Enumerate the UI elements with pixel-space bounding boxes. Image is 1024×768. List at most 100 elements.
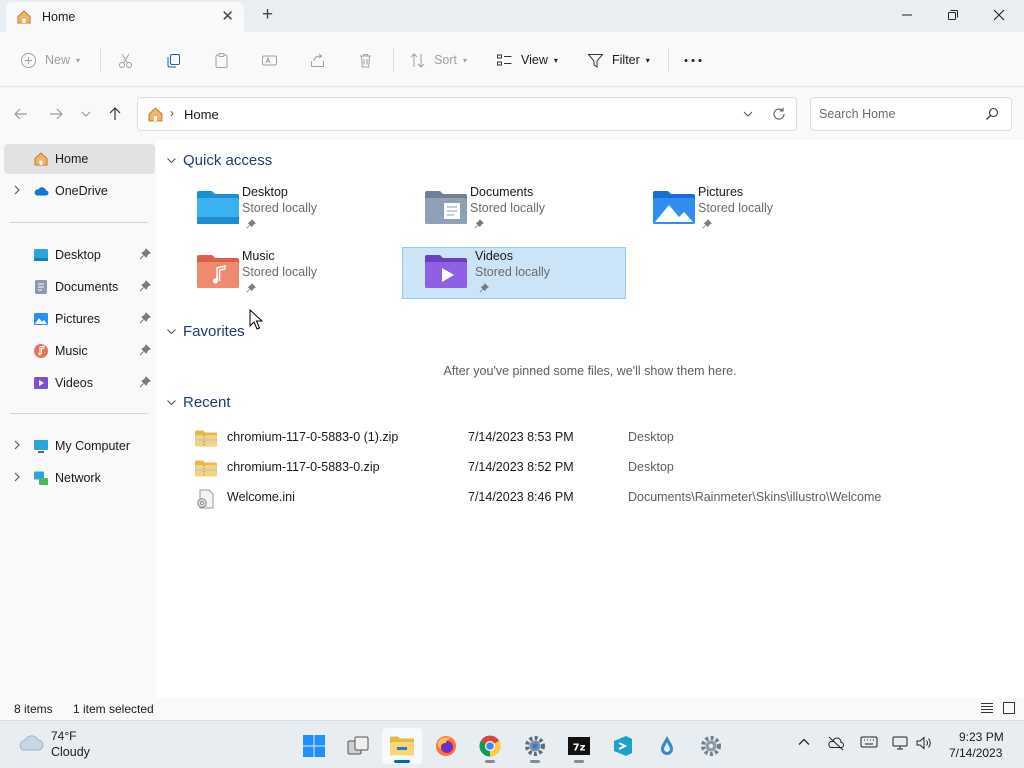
tab-home[interactable]: Home ✕ (6, 2, 244, 32)
pin-icon[interactable] (139, 376, 151, 388)
home-icon (34, 152, 48, 166)
chevron-right-icon[interactable]: › (170, 106, 174, 120)
recent-header[interactable]: Recent (166, 394, 231, 411)
search-input[interactable]: Search Home (819, 107, 895, 121)
quick-access-desktop[interactable]: Desktop Stored locally (196, 183, 420, 235)
onedrive-offline-icon[interactable] (827, 735, 845, 751)
control-panel-app[interactable] (691, 728, 731, 764)
sort-icon (410, 52, 425, 68)
quick-access-header[interactable]: Quick access (166, 152, 272, 169)
tiles-view-icon[interactable] (1002, 701, 1016, 715)
tab-title: Home (42, 10, 76, 24)
chevron-up-icon[interactable] (797, 735, 811, 749)
forward-button[interactable] (46, 104, 66, 124)
videos-folder-icon (34, 377, 48, 389)
view-button[interactable]: View ▾ (496, 49, 558, 71)
filter-button[interactable]: Filter ▾ (587, 49, 650, 71)
sidebar-item-music[interactable]: Music (4, 336, 155, 366)
recent-file-row[interactable]: Welcome.ini 7/14/2023 8:46 PM Documents\… (192, 485, 892, 511)
editor-app[interactable] (603, 728, 643, 764)
pin-icon[interactable] (139, 280, 151, 292)
clock-time[interactable]: 9:23 PM (959, 730, 1004, 744)
minimize-button[interactable] (884, 0, 930, 30)
address-bar[interactable]: › Home (137, 97, 797, 131)
paste-button[interactable] (213, 49, 230, 71)
item-location: Stored locally (242, 201, 318, 215)
search-box[interactable]: Search Home (810, 97, 1012, 131)
new-tab-button[interactable]: + (262, 5, 273, 25)
start-button[interactable] (294, 728, 334, 764)
sidebar-item-desktop[interactable]: Desktop (4, 240, 155, 270)
more-options-button[interactable] (683, 49, 703, 71)
quick-access-documents[interactable]: Documents Stored locally (424, 183, 648, 235)
details-view-icon[interactable] (980, 701, 994, 715)
sidebar-item-onedrive[interactable]: OneDrive (4, 176, 155, 206)
chevron-down-icon[interactable] (742, 106, 754, 125)
rename-button[interactable] (261, 49, 278, 71)
chevron-right-icon[interactable] (13, 472, 21, 485)
chevron-right-icon[interactable] (13, 440, 21, 453)
breadcrumb-home[interactable]: Home (184, 107, 219, 122)
search-icon[interactable] (985, 107, 999, 121)
settings-app[interactable] (515, 728, 555, 764)
file-name: chromium-117-0-5883-0.zip (227, 460, 380, 474)
pin-icon[interactable] (139, 312, 151, 324)
status-bar: 8 items 1 item selected (0, 698, 1024, 720)
sidebar-item-documents[interactable]: Documents (4, 272, 155, 302)
network-monitor-icon[interactable] (892, 735, 910, 751)
item-location: Stored locally (698, 201, 774, 215)
back-button[interactable] (11, 104, 31, 124)
sidebar-item-pictures[interactable]: Pictures (4, 304, 155, 334)
home-icon (17, 10, 31, 24)
recent-locations-button[interactable] (76, 104, 96, 124)
file-explorer-app[interactable] (382, 728, 422, 764)
sidebar-item-home[interactable]: Home (4, 144, 155, 174)
restore-button[interactable] (930, 0, 976, 30)
file-location: Desktop (628, 460, 674, 474)
favorites-header[interactable]: Favorites (166, 323, 245, 340)
cut-button[interactable] (117, 49, 134, 71)
volume-icon[interactable] (915, 735, 933, 751)
sidebar-divider (10, 413, 148, 414)
refresh-icon[interactable] (771, 106, 787, 125)
weather-condition[interactable]: Cloudy (51, 745, 90, 759)
copy-button[interactable] (165, 49, 182, 71)
section-title: Quick access (183, 152, 273, 169)
sort-button[interactable]: Sort ▾ (409, 49, 467, 71)
pin-icon[interactable] (139, 344, 151, 356)
up-button[interactable] (105, 104, 125, 124)
weather-temperature[interactable]: 74°F (51, 729, 76, 743)
recent-file-row[interactable]: chromium-117-0-5883-0 (1).zip 7/14/2023 … (192, 425, 892, 451)
sidebar-item-my-computer[interactable]: My Computer (4, 431, 155, 461)
network-icon (34, 471, 48, 485)
firefox-app[interactable] (426, 728, 466, 764)
cloud-icon[interactable] (16, 731, 44, 755)
section-title: Recent (183, 394, 231, 411)
view-label: View (521, 53, 548, 67)
minimize-icon (902, 14, 912, 16)
task-view-button[interactable] (338, 728, 378, 764)
favorites-empty-message: After you've pinned some files, we'll sh… (443, 364, 737, 378)
new-button[interactable]: New ▾ (20, 49, 80, 71)
sort-label: Sort (434, 53, 457, 67)
rainmeter-app[interactable] (647, 728, 687, 764)
keyboard-icon[interactable] (860, 735, 878, 749)
arrow-right-icon (50, 108, 63, 120)
running-indicator (485, 760, 495, 763)
pin-icon[interactable] (139, 248, 151, 260)
sidebar-item-videos[interactable]: Videos (4, 368, 155, 398)
quick-access-pictures[interactable]: Pictures Stored locally (652, 183, 876, 235)
chevron-right-icon[interactable] (13, 185, 21, 198)
clock-date[interactable]: 7/14/2023 (949, 746, 1002, 760)
quick-access-videos[interactable]: Videos Stored locally (402, 247, 626, 299)
close-tab-icon[interactable]: ✕ (221, 8, 234, 26)
pin-icon (479, 283, 489, 293)
chrome-app[interactable] (470, 728, 510, 764)
7zip-app[interactable]: 7z (559, 728, 599, 764)
share-button[interactable] (309, 49, 326, 71)
quick-access-music[interactable]: Music Stored locally (196, 247, 420, 299)
delete-button[interactable] (357, 49, 374, 71)
recent-file-row[interactable]: chromium-117-0-5883-0.zip 7/14/2023 8:52… (192, 455, 892, 481)
close-window-button[interactable] (976, 0, 1022, 30)
sidebar-item-network[interactable]: Network (4, 463, 155, 493)
